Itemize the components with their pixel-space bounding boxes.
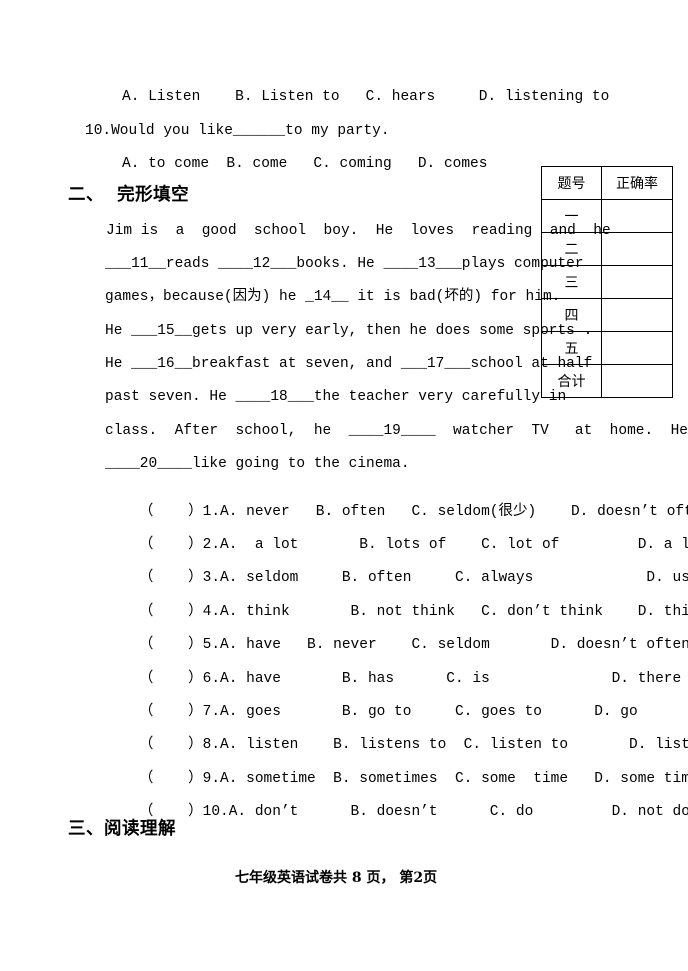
- question-number: 10.: [202, 804, 229, 821]
- answer-bracket[interactable]: （ ）: [139, 704, 203, 720]
- answer-bracket[interactable]: （ ）: [139, 737, 203, 753]
- score-row-label: 三: [541, 265, 602, 299]
- question-options: A. have B. has C. is D. there is: [220, 670, 688, 687]
- answer-bracket[interactable]: （ ）: [139, 504, 203, 520]
- question-number: 9.: [202, 770, 221, 787]
- passage-line: Jim is a good school boy. He loves readi…: [106, 223, 611, 239]
- score-table-row: 三: [541, 265, 673, 299]
- question-number: 6.: [202, 670, 221, 687]
- question-options: A. think B. not think C. don’t think D. …: [220, 603, 688, 620]
- question-number: 2.: [202, 536, 221, 553]
- score-table: 题号 正确率 一 二 三 四 五 合计: [541, 166, 673, 398]
- passage-line: games，because(因为) he _14__ it is bad(坏的)…: [105, 289, 561, 305]
- score-table-row: 四: [541, 298, 673, 332]
- question-options: A. have B. never C. seldom D. doesn’t of…: [220, 637, 688, 654]
- score-row-value[interactable]: [601, 298, 673, 332]
- question-number: 1.: [202, 503, 221, 520]
- passage-line: He ___15__gets up very early, then he do…: [105, 323, 593, 339]
- score-row-value[interactable]: [601, 265, 673, 299]
- exam-page: A. Listen B. Listen to C. hears D. liste…: [0, 0, 688, 971]
- page-footer: 七年级英语试卷共 8 页， 第2页: [235, 870, 438, 886]
- question-options: A. goes B. go to C. goes to D. go: [220, 703, 638, 720]
- score-table-header-accuracy: 正确率: [601, 166, 673, 200]
- answer-bracket[interactable]: （ ）: [139, 671, 203, 687]
- passage-line: ____20____like going to the cinema.: [105, 456, 410, 472]
- question-options: A. sometime B. sometimes C. some time D.…: [220, 770, 688, 787]
- question-number: 8.: [202, 737, 221, 754]
- score-row-value[interactable]: [601, 199, 673, 233]
- answer-bracket[interactable]: （ ）: [139, 604, 203, 620]
- passage-line: past seven. He ____18___the teacher very…: [105, 389, 567, 405]
- previous-question-9-options: A. Listen B. Listen to C. hears D. liste…: [122, 89, 610, 105]
- score-row-label: 五: [541, 331, 602, 365]
- answer-bracket[interactable]: （ ）: [139, 570, 203, 586]
- passage-line: class. After school, he ____19____ watch…: [105, 423, 688, 439]
- question-row[interactable]: （ ）10.A. don’t B. doesn’t C. do D. not d…: [104, 791, 688, 835]
- question-options: A. don’t B. doesn’t C. do D. not do: [228, 804, 688, 821]
- answer-bracket[interactable]: （ ）: [139, 537, 203, 553]
- section-three-heading: 三、阅读理解: [68, 819, 176, 839]
- question-options: A. seldom B. often C. always D. usually: [220, 570, 688, 587]
- answer-bracket[interactable]: （ ）: [139, 637, 203, 653]
- score-table-header-row: 题号 正确率: [541, 166, 673, 200]
- question-options: A. a lot B. lots of C. lot of D. a lots …: [220, 536, 688, 553]
- score-table-row: 五: [541, 331, 673, 365]
- previous-question-10-stem: 10.Would you like______to my party.: [85, 123, 390, 139]
- question-number: 4.: [202, 603, 221, 620]
- score-row-label: 二: [541, 232, 602, 266]
- score-row-label: 一: [541, 199, 602, 233]
- answer-bracket[interactable]: （ ）: [139, 804, 203, 820]
- passage-line: ___11__reads ____12___books. He ____13__…: [105, 256, 584, 272]
- section-two-heading: 二、 完形填空: [68, 185, 190, 205]
- score-table-header-question-no: 题号: [541, 166, 602, 200]
- score-row-value[interactable]: [601, 331, 673, 365]
- score-row-label: 合计: [541, 364, 602, 398]
- previous-question-10-options: A. to come B. come C. coming D. comes: [122, 156, 488, 172]
- question-number: 3.: [202, 570, 221, 587]
- question-number: 5.: [202, 637, 221, 654]
- score-row-value[interactable]: [601, 364, 673, 398]
- score-row-value[interactable]: [601, 232, 673, 266]
- score-row-label: 四: [541, 298, 602, 332]
- score-table-row: 一: [541, 199, 673, 233]
- question-options: A. listen B. listens to C. listen to D. …: [220, 737, 688, 754]
- question-options: A. never B. often C. seldom(很少) D. doesn…: [220, 503, 688, 520]
- answer-bracket[interactable]: （ ）: [139, 771, 203, 787]
- question-number: 7.: [202, 703, 221, 720]
- score-table-row: 二: [541, 232, 673, 266]
- passage-line: He ___16__breakfast at seven, and ___17_…: [105, 356, 593, 372]
- score-table-row: 合计: [541, 364, 673, 398]
